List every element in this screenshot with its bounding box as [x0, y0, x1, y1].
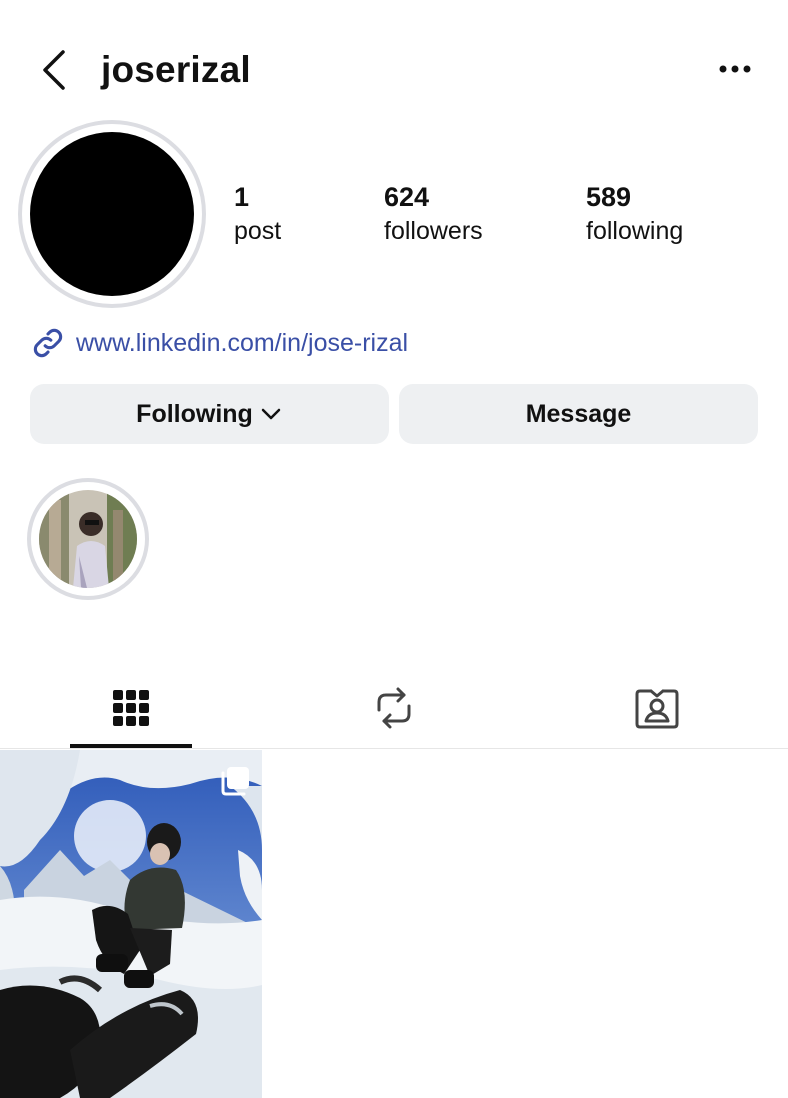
following-count: 589: [586, 182, 632, 212]
tabs-divider: [0, 748, 788, 749]
tab-reposts[interactable]: [362, 676, 426, 740]
multiple-images-icon: [221, 767, 249, 796]
followers-count: 624: [384, 182, 430, 212]
followers-label: followers: [384, 217, 483, 245]
following-stat[interactable]: 589 following: [586, 180, 683, 248]
ellipsis-icon: [719, 65, 751, 73]
chevron-down-icon: [261, 403, 283, 425]
profile-avatar-ring[interactable]: [18, 120, 206, 308]
profile-page: joserizal 1 post 624 followers 589 follo…: [0, 0, 788, 1098]
avatar[interactable]: [30, 132, 194, 296]
story-highlight[interactable]: [27, 478, 149, 600]
grid-icon: [113, 690, 149, 726]
tab-tagged[interactable]: [625, 676, 689, 740]
followers-stat[interactable]: 624 followers: [384, 180, 483, 248]
link-icon: [30, 325, 66, 361]
link-url-text[interactable]: www.linkedin.com/in/jose-rizal: [76, 329, 408, 358]
following-button-label: Following: [136, 399, 253, 428]
tab-posts-grid[interactable]: [99, 676, 163, 740]
post-thumbnail[interactable]: [0, 750, 262, 1098]
more-options-button[interactable]: [714, 56, 756, 82]
following-button[interactable]: Following: [30, 384, 389, 444]
chevron-left-icon: [43, 50, 65, 90]
posts-count: 1: [234, 182, 250, 212]
highlight-photo: [39, 490, 137, 588]
message-button-label: Message: [525, 399, 632, 428]
following-label: following: [586, 217, 684, 245]
back-button[interactable]: [36, 50, 72, 90]
repost-icon: [377, 687, 411, 729]
profile-username: joserizal: [101, 49, 251, 90]
posts-stat: 1 post: [234, 180, 281, 248]
profile-link[interactable]: www.linkedin.com/in/jose-rizal: [30, 324, 408, 362]
message-button[interactable]: Message: [399, 384, 758, 444]
posts-label: post: [234, 217, 282, 245]
tagged-user-icon: [635, 689, 679, 729]
post-photo: [0, 750, 262, 1098]
